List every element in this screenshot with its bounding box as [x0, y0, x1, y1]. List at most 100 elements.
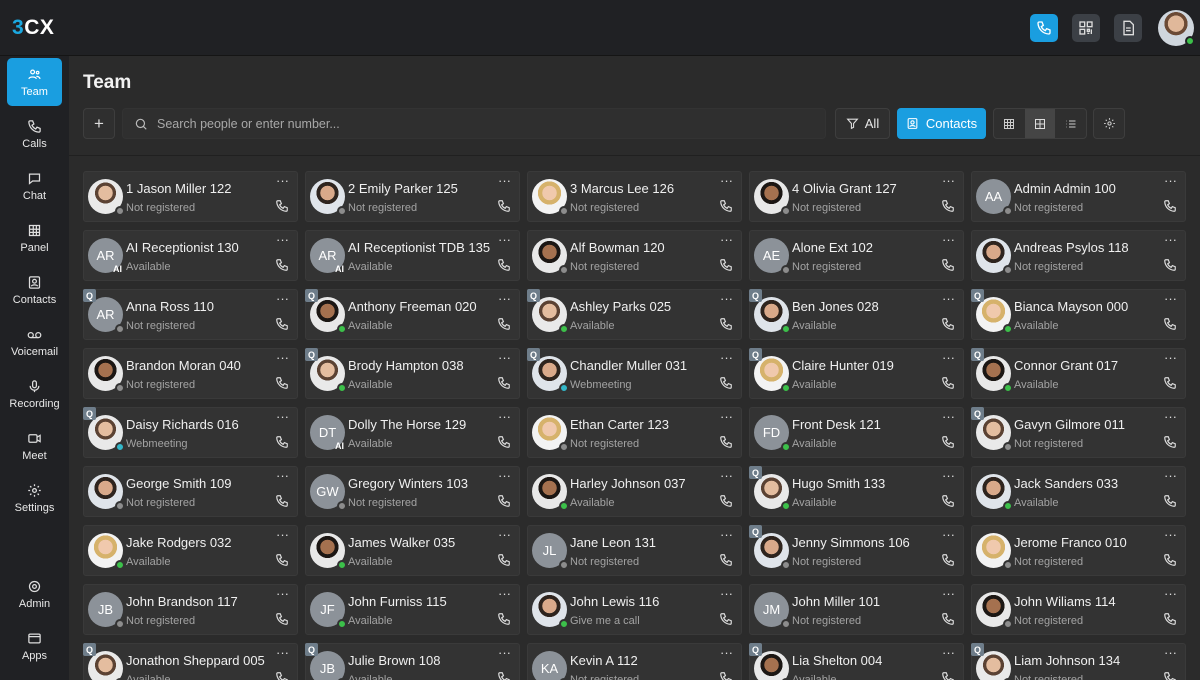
document-button[interactable] [1114, 14, 1142, 42]
contact-card[interactable]: Brandon Moran 040 Not registered ··· [83, 348, 298, 399]
contact-card[interactable]: Jack Sanders 033 Available ··· [971, 466, 1186, 517]
more-options-button[interactable]: ··· [720, 174, 733, 187]
more-options-button[interactable]: ··· [276, 646, 289, 659]
contact-card[interactable]: Q Brody Hampton 038 Available ··· [305, 348, 520, 399]
more-options-button[interactable]: ··· [942, 233, 955, 246]
sidebar-item-recording[interactable]: Recording [7, 370, 62, 418]
user-avatar[interactable] [1158, 10, 1195, 46]
contact-card[interactable]: JB John Brandson 117 Not registered ··· [83, 584, 298, 635]
phone-icon[interactable] [1163, 435, 1177, 449]
list-view-button[interactable] [1055, 109, 1086, 138]
phone-icon[interactable] [719, 199, 733, 213]
phone-icon[interactable] [941, 494, 955, 508]
more-options-button[interactable]: ··· [498, 351, 511, 364]
contacts-button[interactable]: Contacts [897, 108, 986, 139]
phone-icon[interactable] [497, 671, 511, 680]
more-options-button[interactable]: ··· [1164, 233, 1177, 246]
phone-icon[interactable] [719, 553, 733, 567]
more-options-button[interactable]: ··· [720, 469, 733, 482]
phone-icon[interactable] [1163, 671, 1177, 680]
more-options-button[interactable]: ··· [276, 587, 289, 600]
phone-icon[interactable] [497, 612, 511, 626]
phone-icon[interactable] [497, 199, 511, 213]
phone-icon[interactable] [941, 199, 955, 213]
sidebar-item-chat[interactable]: Chat [7, 162, 62, 210]
phone-icon[interactable] [275, 671, 289, 680]
more-options-button[interactable]: ··· [942, 174, 955, 187]
contact-card[interactable]: Q Ben Jones 028 Available ··· [749, 289, 964, 340]
contact-card[interactable]: Q Anthony Freeman 020 Available ··· [305, 289, 520, 340]
contact-card[interactable]: JF John Furniss 115 Available ··· [305, 584, 520, 635]
more-options-button[interactable]: ··· [1164, 469, 1177, 482]
more-options-button[interactable]: ··· [942, 587, 955, 600]
more-options-button[interactable]: ··· [276, 233, 289, 246]
sidebar-item-team[interactable]: Team [7, 58, 62, 106]
more-options-button[interactable]: ··· [276, 292, 289, 305]
more-options-button[interactable]: ··· [1164, 587, 1177, 600]
phone-icon[interactable] [1163, 317, 1177, 331]
phone-icon[interactable] [719, 258, 733, 272]
contact-card[interactable]: AA Admin Admin 100 Not registered ··· [971, 171, 1186, 222]
contact-card[interactable]: Q Hugo Smith 133 Available ··· [749, 466, 964, 517]
more-options-button[interactable]: ··· [720, 410, 733, 423]
phone-icon[interactable] [497, 376, 511, 390]
more-options-button[interactable]: ··· [1164, 410, 1177, 423]
contact-card[interactable]: Q Jonathon Sheppard 005 Available ··· [83, 643, 298, 680]
more-options-button[interactable]: ··· [498, 410, 511, 423]
contact-card[interactable]: Alf Bowman 120 Not registered ··· [527, 230, 742, 281]
phone-icon[interactable] [719, 435, 733, 449]
contact-card[interactable]: JB Q Julie Brown 108 Available ··· [305, 643, 520, 680]
phone-icon[interactable] [1163, 612, 1177, 626]
phone-icon[interactable] [497, 317, 511, 331]
phone-icon[interactable] [275, 612, 289, 626]
phone-icon[interactable] [275, 494, 289, 508]
phone-icon[interactable] [1163, 494, 1177, 508]
phone-icon[interactable] [719, 671, 733, 680]
more-options-button[interactable]: ··· [942, 528, 955, 541]
more-options-button[interactable]: ··· [498, 528, 511, 541]
contact-card[interactable]: Q Connor Grant 017 Available ··· [971, 348, 1186, 399]
phone-icon[interactable] [275, 199, 289, 213]
sidebar-item-admin[interactable]: Admin [7, 570, 62, 618]
contact-card[interactable]: 3 Marcus Lee 126 Not registered ··· [527, 171, 742, 222]
phone-icon[interactable] [941, 435, 955, 449]
contact-card[interactable]: Andreas Psylos 118 Not registered ··· [971, 230, 1186, 281]
qr-code-button[interactable] [1072, 14, 1100, 42]
sidebar-item-apps[interactable]: Apps [7, 622, 62, 670]
contact-card[interactable]: Q Daisy Richards 016 Webmeeting ··· [83, 407, 298, 458]
more-options-button[interactable]: ··· [276, 469, 289, 482]
more-options-button[interactable]: ··· [276, 528, 289, 541]
contact-card[interactable]: Q Bianca Mayson 000 Available ··· [971, 289, 1186, 340]
phone-icon[interactable] [941, 612, 955, 626]
contact-card[interactable]: GW Gregory Winters 103 Not registered ··· [305, 466, 520, 517]
more-options-button[interactable]: ··· [1164, 174, 1177, 187]
more-options-button[interactable]: ··· [942, 469, 955, 482]
phone-icon[interactable] [275, 553, 289, 567]
sidebar-item-meet[interactable]: Meet [7, 422, 62, 470]
contact-card[interactable]: AE Alone Ext 102 Not registered ··· [749, 230, 964, 281]
contact-card[interactable]: Q Liam Johnson 134 Not registered ··· [971, 643, 1186, 680]
more-options-button[interactable]: ··· [942, 410, 955, 423]
contact-card[interactable]: Q Claire Hunter 019 Available ··· [749, 348, 964, 399]
contact-card[interactable]: Jerome Franco 010 Not registered ··· [971, 525, 1186, 576]
sidebar-item-voicemail[interactable]: Voicemail [7, 318, 62, 366]
phone-icon[interactable] [275, 258, 289, 272]
phone-icon[interactable] [497, 435, 511, 449]
search-input[interactable] [157, 116, 797, 131]
contact-card[interactable]: Q Jenny Simmons 106 Not registered ··· [749, 525, 964, 576]
more-options-button[interactable]: ··· [498, 587, 511, 600]
contact-card[interactable]: 4 Olivia Grant 127 Not registered ··· [749, 171, 964, 222]
contact-card[interactable]: AR AI AI Receptionist TDB 135 Available ··· [305, 230, 520, 281]
contact-card[interactable]: George Smith 109 Not registered ··· [83, 466, 298, 517]
more-options-button[interactable]: ··· [720, 233, 733, 246]
more-options-button[interactable]: ··· [720, 528, 733, 541]
sidebar-item-panel[interactable]: Panel [7, 214, 62, 262]
view-settings-button[interactable] [1093, 108, 1125, 139]
more-options-button[interactable]: ··· [276, 410, 289, 423]
more-options-button[interactable]: ··· [942, 351, 955, 364]
phone-icon[interactable] [941, 317, 955, 331]
phone-icon[interactable] [497, 553, 511, 567]
contact-card[interactable]: FD Front Desk 121 Available ··· [749, 407, 964, 458]
card-view-button[interactable] [1024, 109, 1056, 138]
phone-icon[interactable] [719, 612, 733, 626]
